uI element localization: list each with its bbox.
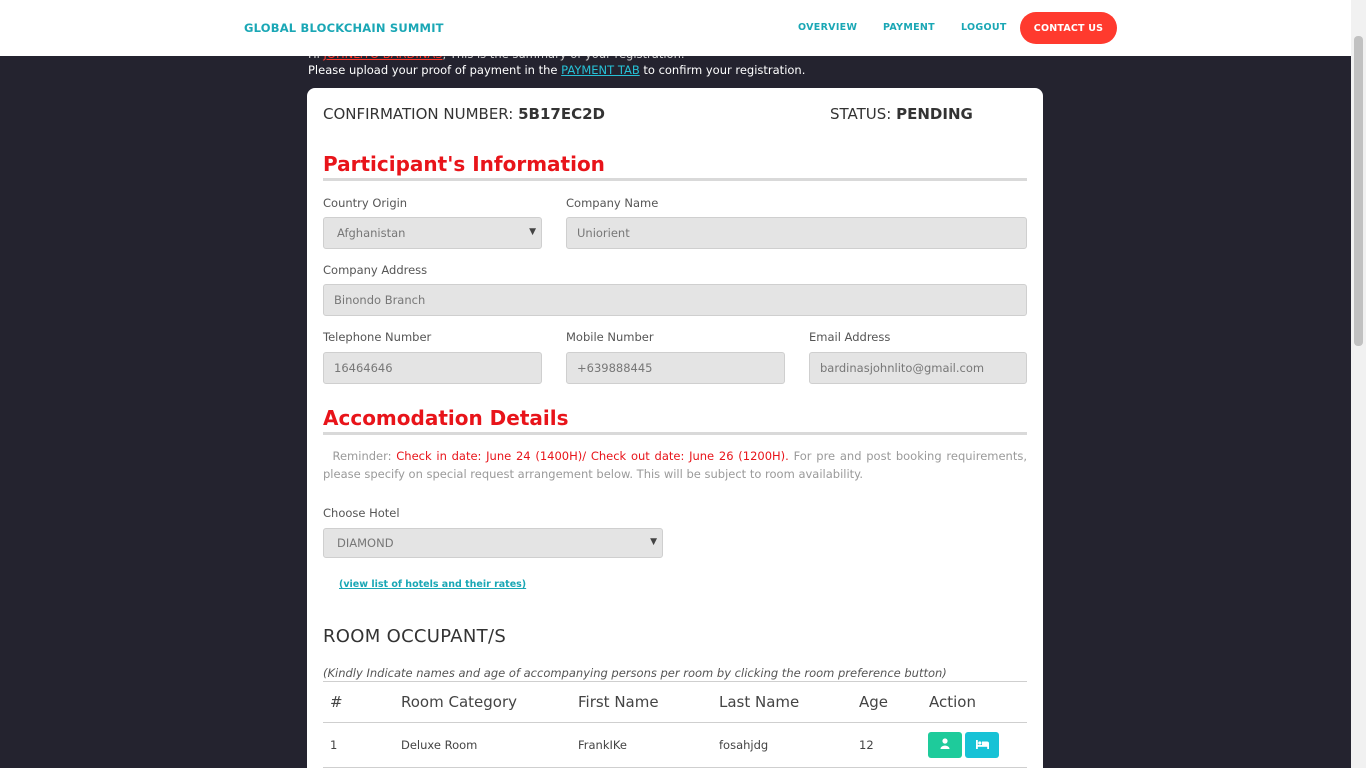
- checkin-reminder: Reminder: Check in date: June 24 (1400H)…: [323, 447, 1027, 483]
- reminder-prefix: Reminder:: [332, 449, 392, 463]
- table-divider: [323, 722, 1027, 723]
- registration-status: STATUS: PENDING: [830, 105, 973, 123]
- registration-summary-card: CONFIRMATION NUMBER: 5B17EC2D STATUS: PE…: [307, 88, 1043, 768]
- hotel-value: DIAMOND: [337, 536, 394, 550]
- telephone-label: Telephone Number: [323, 330, 432, 344]
- nav-logout-link[interactable]: LOGOUT: [961, 22, 1007, 33]
- company-name-field[interactable]: Uniorient: [566, 217, 1027, 249]
- row-last-name: fosahjdg: [719, 738, 769, 752]
- participant-info-heading: Participant's Information: [323, 152, 605, 176]
- column-header-first-name: First Name: [578, 693, 659, 711]
- column-header-number: #: [330, 693, 343, 711]
- payment-tab-link[interactable]: PAYMENT TAB: [561, 63, 640, 77]
- section-divider: [323, 432, 1027, 435]
- confirmation-number: CONFIRMATION NUMBER: 5B17EC2D: [323, 105, 605, 123]
- instruction-suffix: to confirm your registration.: [643, 63, 806, 77]
- section-divider: [323, 178, 1027, 181]
- table-divider: [323, 681, 1027, 682]
- person-icon: [940, 738, 950, 752]
- status-value: PENDING: [896, 105, 973, 123]
- column-header-age: Age: [859, 693, 889, 711]
- country-select[interactable]: Afghanistan ▼: [323, 217, 542, 249]
- confirmation-value: 5B17EC2D: [518, 105, 605, 123]
- confirmation-label: CONFIRMATION NUMBER:: [323, 105, 514, 123]
- payment-instruction-text: Please upload your proof of payment in t…: [308, 63, 805, 77]
- address-label: Company Address: [323, 263, 428, 277]
- hotel-rates-link[interactable]: (view list of hotels and their rates): [339, 579, 526, 590]
- room-occupants-note: (Kindly Indicate names and age of accomp…: [323, 666, 947, 680]
- contact-us-button[interactable]: CONTACT US: [1020, 12, 1117, 44]
- telephone-field[interactable]: 16464646: [323, 352, 542, 384]
- chevron-down-icon: ▼: [529, 227, 536, 237]
- row-age: 12: [859, 738, 874, 752]
- mobile-field[interactable]: +639888445: [566, 352, 785, 384]
- hotel-select[interactable]: DIAMOND ▼: [323, 528, 663, 558]
- bed-icon: [975, 739, 989, 752]
- chevron-down-icon: ▼: [650, 537, 657, 547]
- reminder-dates: Check in date: June 24 (1400H)/ Check ou…: [396, 449, 789, 463]
- row-room-category: Deluxe Room: [401, 738, 478, 752]
- column-header-action: Action: [929, 693, 976, 711]
- top-navbar: GLOBAL BLOCKCHAIN SUMMIT OVERVIEW PAYMEN…: [0, 0, 1351, 56]
- instruction-prefix: Please upload your proof of payment in t…: [308, 63, 558, 77]
- email-field[interactable]: bardinasjohnlito@gmail.com: [809, 352, 1027, 384]
- column-header-room-category: Room Category: [401, 693, 518, 711]
- accommodation-heading: Accomodation Details: [323, 406, 569, 430]
- room-occupants-heading: ROOM OCCUPANT/S: [323, 626, 507, 647]
- brand-logo-text[interactable]: GLOBAL BLOCKCHAIN SUMMIT: [244, 21, 444, 35]
- email-label: Email Address: [809, 330, 891, 344]
- row-first-name: FrankIKe: [578, 738, 627, 752]
- status-label: STATUS:: [830, 105, 892, 123]
- add-occupant-button[interactable]: [928, 732, 962, 758]
- company-address-field[interactable]: Binondo Branch: [323, 284, 1027, 316]
- room-preference-button[interactable]: [965, 732, 999, 758]
- company-label: Company Name: [566, 196, 659, 210]
- scrollbar-thumb[interactable]: [1354, 36, 1363, 346]
- nav-overview-link[interactable]: OVERVIEW: [798, 22, 857, 33]
- row-number: 1: [330, 738, 338, 752]
- column-header-last-name: Last Name: [719, 693, 800, 711]
- page-scrollbar[interactable]: [1351, 0, 1366, 768]
- nav-payment-link[interactable]: PAYMENT: [883, 22, 935, 33]
- mobile-label: Mobile Number: [566, 330, 654, 344]
- country-label: Country Origin: [323, 196, 408, 210]
- country-value: Afghanistan: [337, 226, 406, 240]
- hotel-label: Choose Hotel: [323, 506, 400, 520]
